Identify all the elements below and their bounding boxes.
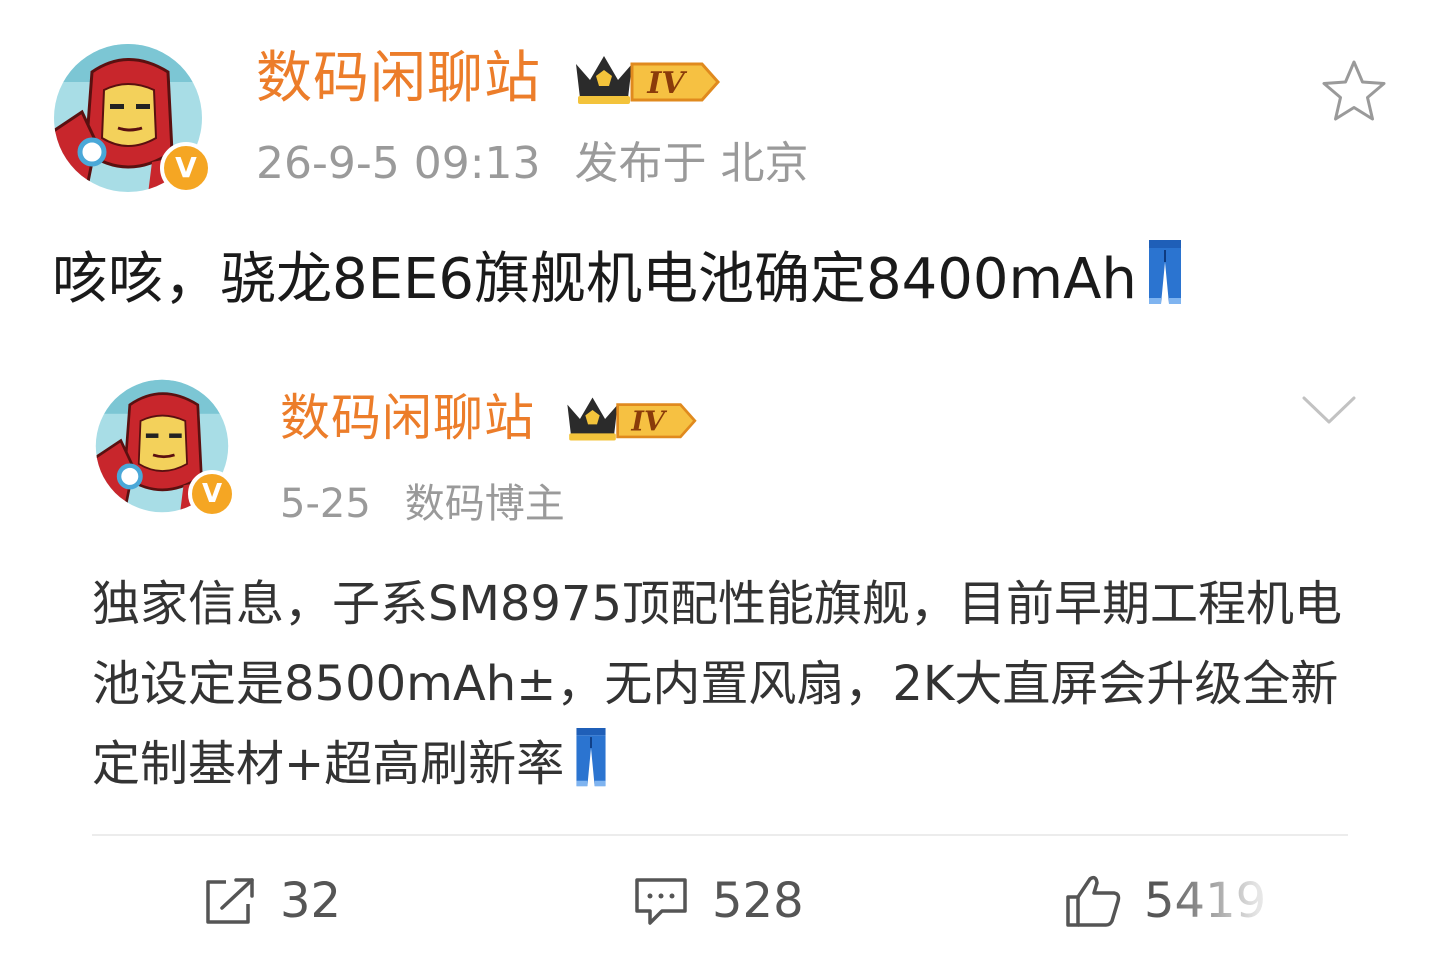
repost-body: 独家信息，子系SM8975顶配性能旗舰，目前早期工程机电池设定是8500mAh±…	[92, 564, 1362, 804]
post-text: 咳咳，骁龙8EE6旗舰机电池确定8400mAh	[52, 247, 1137, 312]
chevron-down-icon[interactable]	[1300, 392, 1358, 428]
comment-button[interactable]: 528	[632, 866, 804, 936]
level-label: IV	[630, 407, 668, 438]
favorite-star-icon[interactable]	[1320, 58, 1388, 124]
repost-date: 5-25	[280, 481, 371, 527]
thumbs-up-icon	[1066, 875, 1121, 927]
level-label: IV	[646, 66, 687, 101]
author-name[interactable]: 数码闲聊站	[256, 44, 541, 114]
comment-count: 528	[712, 873, 804, 929]
post-timestamp: 26-9-5 09:13	[256, 138, 541, 189]
repost-text: 独家信息，子系SM8975顶配性能旗舰，目前早期工程机电池设定是8500mAh±…	[92, 576, 1343, 792]
jeans-icon	[1148, 240, 1181, 304]
comment-icon	[635, 878, 687, 925]
crown-level-badge-icon: IV	[576, 56, 721, 104]
divider	[92, 834, 1348, 836]
bottom-right-fade	[1160, 860, 1439, 962]
post-body: 咳咳，骁龙8EE6旗舰机电池确定8400mAh	[52, 240, 1183, 318]
share-button[interactable]: 32	[202, 866, 341, 936]
post-meta: 26-9-5 09:13 发布于 北京	[256, 136, 809, 192]
author-avatar[interactable]: V	[52, 42, 212, 194]
post-location: 发布于 北京	[574, 138, 809, 189]
repost-meta: 5-25 数码博主	[280, 478, 565, 530]
share-count: 32	[280, 873, 342, 929]
share-icon	[206, 878, 254, 924]
jeans-icon	[576, 728, 606, 787]
repost-author-title: 数码博主	[404, 481, 565, 527]
repost-author-name[interactable]: 数码闲聊站	[280, 386, 535, 450]
verified-badge-icon: V	[160, 142, 212, 194]
weibo-post: V 数码闲聊站 IV 26-9-5 09:13 发布于 北京 咳咳，骁龙8EE6旗…	[0, 0, 1439, 962]
crown-level-badge-icon: IV	[567, 397, 697, 441]
verified-badge-icon: V	[188, 470, 236, 518]
repost-author-avatar[interactable]: V	[94, 378, 236, 518]
